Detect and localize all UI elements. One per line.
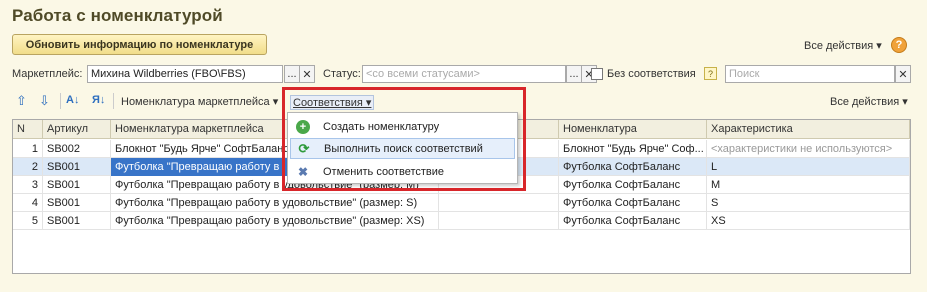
row-number: 4 bbox=[13, 194, 43, 212]
row-number: 5 bbox=[13, 212, 43, 230]
marketplace-label: Маркетплейс: bbox=[12, 68, 83, 80]
characteristic-cell: L bbox=[707, 158, 910, 176]
article-cell: SB001 bbox=[43, 194, 111, 212]
column-header-nomenclature[interactable]: Номенклатура bbox=[559, 120, 707, 139]
search-input[interactable]: Поиск bbox=[725, 65, 895, 83]
marketplace-select-button[interactable]: ... bbox=[284, 65, 300, 83]
article-cell: SB001 bbox=[43, 158, 111, 176]
characteristic-cell: <характеристики не используются> bbox=[707, 140, 910, 158]
row-number: 2 bbox=[13, 158, 43, 176]
nomenclature-cell: Футболка СофтБаланс bbox=[559, 212, 707, 230]
move-up-icon[interactable]: ⇧ bbox=[16, 93, 27, 109]
article-cell: SB002 bbox=[43, 140, 111, 158]
search-clear-button[interactable]: ✕ bbox=[895, 65, 911, 83]
nomenclature-cell: Футболка СофтБаланс bbox=[559, 176, 707, 194]
nomenclature-cell: Футболка СофтБаланс bbox=[559, 158, 707, 176]
table-row[interactable]: 4 SB001 Футболка "Превращаю работу в удо… bbox=[13, 194, 910, 212]
toolbar-separator bbox=[60, 93, 61, 109]
characteristic-cell: XS bbox=[707, 212, 910, 230]
marketplace-nomenclature-menu[interactable]: Номенклатура маркетплейса ▾ bbox=[121, 95, 278, 108]
row-number: 3 bbox=[13, 176, 43, 194]
column-header-characteristic[interactable]: Характеристика bbox=[707, 120, 910, 139]
table-row[interactable]: 5 SB001 Футболка "Превращаю работу в удо… bbox=[13, 212, 910, 230]
toolbar-separator bbox=[113, 93, 114, 109]
column-header-n[interactable]: N bbox=[13, 120, 43, 139]
status-select-button[interactable]: ... bbox=[566, 65, 582, 83]
update-info-button[interactable]: Обновить информацию по номенклатуре bbox=[12, 34, 267, 55]
article-cell: SB001 bbox=[43, 176, 111, 194]
marketplace-field[interactable]: Михина Wildberries (FBO\FBS) bbox=[87, 65, 283, 83]
sort-ascending-icon[interactable]: A↓ bbox=[66, 94, 79, 106]
row-number: 1 bbox=[13, 140, 43, 158]
highlight-frame bbox=[282, 87, 526, 191]
characteristic-cell: S bbox=[707, 194, 910, 212]
article-cell: SB001 bbox=[43, 212, 111, 230]
no-match-hint-icon[interactable]: ? bbox=[704, 67, 717, 80]
characteristic-cell: M bbox=[707, 176, 910, 194]
status-cell bbox=[439, 212, 559, 230]
help-icon[interactable]: ? bbox=[891, 37, 907, 53]
status-cell bbox=[439, 194, 559, 212]
nomenclature-cell: Блокнот "Будь Ярче" Соф... bbox=[559, 140, 707, 158]
nomenclature-cell: Футболка СофтБаланс bbox=[559, 194, 707, 212]
all-actions-menu[interactable]: Все действия ▾ bbox=[830, 95, 908, 108]
sort-descending-icon[interactable]: Я↓ bbox=[92, 94, 105, 106]
page-title: Работа с номенклатурой bbox=[12, 6, 223, 25]
no-match-checkbox[interactable] bbox=[591, 68, 603, 80]
all-actions-top-menu[interactable]: Все действия ▾ bbox=[804, 39, 882, 52]
status-label: Статус: bbox=[323, 68, 361, 80]
marketplace-item-cell: Футболка "Превращаю работу в удовольстви… bbox=[111, 212, 439, 230]
no-match-label: Без соответствия bbox=[607, 68, 696, 80]
column-header-article[interactable]: Артикул bbox=[43, 120, 111, 139]
status-field[interactable]: <со всеми статусами> bbox=[362, 65, 566, 83]
move-down-icon[interactable]: ⇩ bbox=[39, 93, 50, 109]
marketplace-clear-button[interactable]: ✕ bbox=[299, 65, 315, 83]
marketplace-item-cell: Футболка "Превращаю работу в удовольстви… bbox=[111, 194, 439, 212]
